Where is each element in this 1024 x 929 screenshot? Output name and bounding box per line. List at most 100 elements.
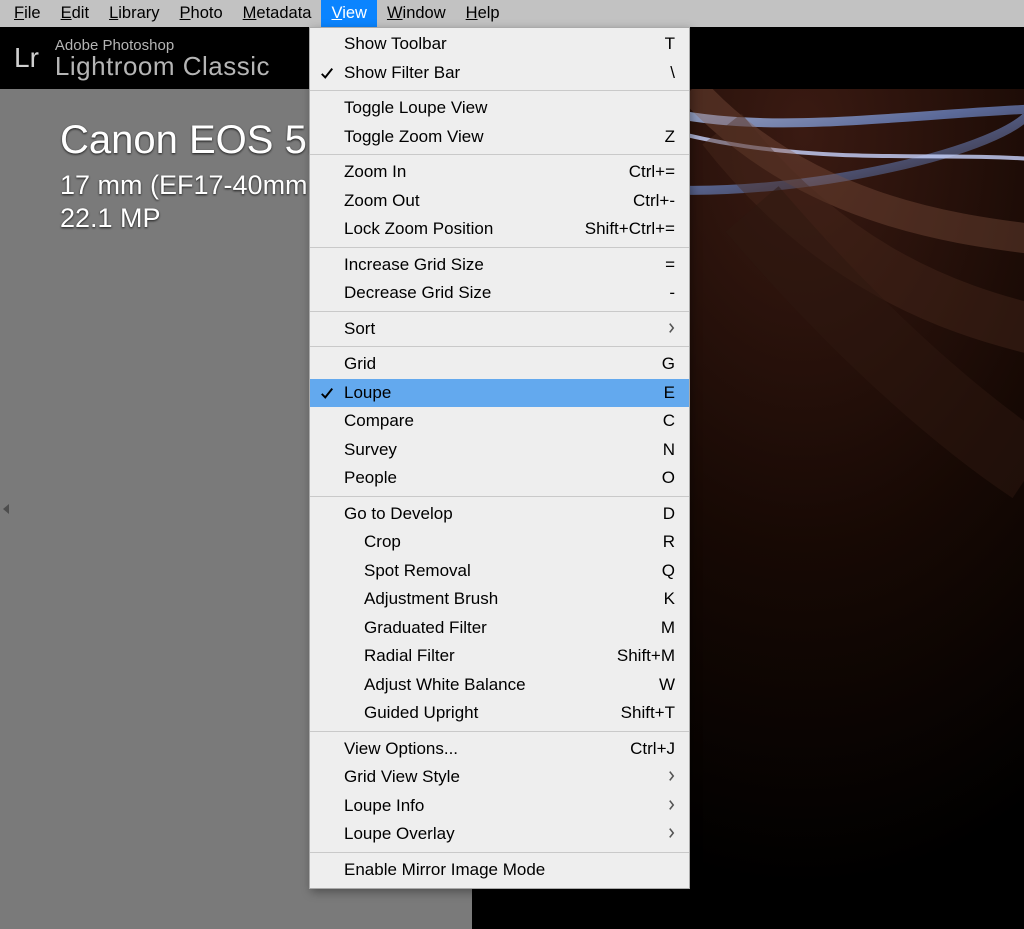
menuitem-zoom-in[interactable]: Zoom In Ctrl+= bbox=[310, 158, 689, 187]
menuitem-shortcut: Ctrl+= bbox=[629, 162, 675, 182]
menuitem-shortcut: Q bbox=[662, 561, 675, 581]
menu-metadata[interactable]: Metadata bbox=[233, 0, 322, 27]
menuitem-adjust-white-balance[interactable]: Adjust White Balance W bbox=[310, 671, 689, 700]
menu-edit[interactable]: Edit bbox=[51, 0, 99, 27]
menuitem-show-filter-bar[interactable]: Show Filter Bar \ bbox=[310, 59, 689, 88]
menuitem-graduated-filter[interactable]: Graduated Filter M bbox=[310, 614, 689, 643]
menuitem-decrease-grid-size[interactable]: Decrease Grid Size- bbox=[310, 279, 689, 308]
menuitem-shortcut: G bbox=[662, 354, 675, 374]
menuitem-grid[interactable]: Grid G bbox=[310, 350, 689, 379]
menuitem-crop[interactable]: Crop R bbox=[310, 528, 689, 557]
menuitem-label: Loupe Info bbox=[344, 796, 668, 816]
menuitem-shortcut: Shift+M bbox=[617, 646, 675, 666]
menuitem-label: Go to Develop bbox=[344, 504, 651, 524]
menuitem-shortcut: N bbox=[663, 440, 675, 460]
menuitem-sort[interactable]: Sort bbox=[310, 315, 689, 344]
menuitem-zoom-out[interactable]: Zoom Out Ctrl+- bbox=[310, 187, 689, 216]
menuitem-label: Enable Mirror Image Mode bbox=[344, 860, 675, 880]
menuitem-label: Radial Filter bbox=[364, 646, 605, 666]
menuitem-label: Show Filter Bar bbox=[344, 63, 658, 83]
view-menu-dropdown: Show Toolbar T Show Filter Bar \ Toggle Loup… bbox=[309, 27, 690, 889]
brand-name: Adobe Photoshop Lightroom Classic bbox=[55, 38, 270, 79]
menuitem-label: Guided Upright bbox=[364, 703, 609, 723]
menu-library[interactable]: Library bbox=[99, 0, 169, 27]
menuitem-label: Toggle Loupe View bbox=[344, 98, 675, 118]
menuitem-lock-zoom-position[interactable]: Lock Zoom Position Shift+Ctrl+= bbox=[310, 215, 689, 244]
menuitem-shortcut: - bbox=[669, 283, 675, 303]
menu-view[interactable]: View bbox=[321, 0, 376, 27]
menuitem-shortcut: M bbox=[661, 618, 675, 638]
lr-logo: Lr bbox=[14, 42, 39, 74]
menuitem-shortcut: T bbox=[665, 34, 675, 54]
menuitem-label: Toggle Zoom View bbox=[344, 127, 653, 147]
info-megapixels: 22.1 MP bbox=[60, 203, 336, 234]
menu-photo[interactable]: Photo bbox=[170, 0, 233, 27]
menuitem-guided-upright[interactable]: Guided Upright Shift+T bbox=[310, 699, 689, 728]
menuitem-shortcut: Shift+Ctrl+= bbox=[585, 219, 675, 239]
menuitem-toggle-zoom-view[interactable]: Toggle Zoom View Z bbox=[310, 123, 689, 152]
menuitem-shortcut: D bbox=[663, 504, 675, 524]
chevron-right-icon bbox=[668, 796, 675, 816]
menuitem-label: Show Toolbar bbox=[344, 34, 653, 54]
menuitem-label: Lock Zoom Position bbox=[344, 219, 573, 239]
chevron-right-icon bbox=[668, 767, 675, 787]
menuitem-label: Grid View Style bbox=[344, 767, 668, 787]
menu-window[interactable]: Window bbox=[377, 0, 456, 27]
check-icon bbox=[318, 64, 336, 82]
menuitem-label: Grid bbox=[344, 354, 650, 374]
menuitem-people[interactable]: People O bbox=[310, 464, 689, 493]
menuitem-label: Crop bbox=[364, 532, 651, 552]
menu-file[interactable]: File bbox=[4, 0, 51, 27]
info-lens: 17 mm (EF17-40mm bbox=[60, 170, 336, 201]
menuitem-label: Survey bbox=[344, 440, 651, 460]
menuitem-shortcut: Ctrl+J bbox=[630, 739, 675, 759]
menuitem-label: Adjust White Balance bbox=[364, 675, 647, 695]
menuitem-shortcut: C bbox=[663, 411, 675, 431]
menuitem-increase-grid-size[interactable]: Increase Grid Size = bbox=[310, 251, 689, 280]
menuitem-label: Spot Removal bbox=[364, 561, 650, 581]
menuitem-label: Loupe bbox=[344, 383, 652, 403]
menuitem-view-options[interactable]: View Options... Ctrl+J bbox=[310, 735, 689, 764]
menuitem-loupe-overlay[interactable]: Loupe Overlay bbox=[310, 820, 689, 849]
menuitem-grid-view-style[interactable]: Grid View Style bbox=[310, 763, 689, 792]
panel-expand-handle[interactable] bbox=[0, 89, 12, 929]
menuitem-loupe[interactable]: Loupe E bbox=[310, 379, 689, 408]
menuitem-label: Adjustment Brush bbox=[364, 589, 652, 609]
menuitem-shortcut: O bbox=[662, 468, 675, 488]
menuitem-label: People bbox=[344, 468, 650, 488]
chevron-right-icon bbox=[668, 319, 675, 339]
menuitem-go-to-develop[interactable]: Go to Develop D bbox=[310, 500, 689, 529]
chevron-right-icon bbox=[668, 824, 675, 844]
menuitem-label: Loupe Overlay bbox=[344, 824, 668, 844]
menuitem-show-toolbar[interactable]: Show Toolbar T bbox=[310, 30, 689, 59]
menubar: File Edit Library Photo Metadata View Wi… bbox=[0, 0, 1024, 27]
menuitem-shortcut: K bbox=[664, 589, 675, 609]
menuitem-label: Compare bbox=[344, 411, 651, 431]
menuitem-loupe-info[interactable]: Loupe Info bbox=[310, 792, 689, 821]
menuitem-shortcut: W bbox=[659, 675, 675, 695]
menuitem-radial-filter[interactable]: Radial Filter Shift+M bbox=[310, 642, 689, 671]
menu-help[interactable]: Help bbox=[456, 0, 510, 27]
check-icon bbox=[318, 384, 336, 402]
menuitem-enable-mirror-image-mode[interactable]: Enable Mirror Image Mode bbox=[310, 856, 689, 885]
menuitem-label: Decrease Grid Size bbox=[344, 283, 657, 303]
menuitem-adjustment-brush[interactable]: Adjustment Brush K bbox=[310, 585, 689, 614]
menuitem-label: Zoom In bbox=[344, 162, 617, 182]
menuitem-shortcut: Ctrl+- bbox=[633, 191, 675, 211]
menuitem-shortcut: Shift+T bbox=[621, 703, 675, 723]
menuitem-shortcut: = bbox=[665, 255, 675, 275]
menuitem-label: Graduated Filter bbox=[364, 618, 649, 638]
menuitem-label: Increase Grid Size bbox=[344, 255, 653, 275]
menuitem-shortcut: Z bbox=[665, 127, 675, 147]
menuitem-label: View Options... bbox=[344, 739, 618, 759]
menuitem-toggle-loupe-view[interactable]: Toggle Loupe View bbox=[310, 94, 689, 123]
menuitem-compare[interactable]: Compare C bbox=[310, 407, 689, 436]
menuitem-label: Sort bbox=[344, 319, 668, 339]
loupe-info-overlay: Canon EOS 5D 17 mm (EF17-40mm 22.1 MP bbox=[60, 118, 336, 234]
menuitem-spot-removal[interactable]: Spot Removal Q bbox=[310, 557, 689, 586]
menuitem-shortcut: R bbox=[663, 532, 675, 552]
menuitem-survey[interactable]: Survey N bbox=[310, 436, 689, 465]
menuitem-shortcut: \ bbox=[670, 63, 675, 83]
menuitem-label: Zoom Out bbox=[344, 191, 621, 211]
menuitem-shortcut: E bbox=[664, 383, 675, 403]
